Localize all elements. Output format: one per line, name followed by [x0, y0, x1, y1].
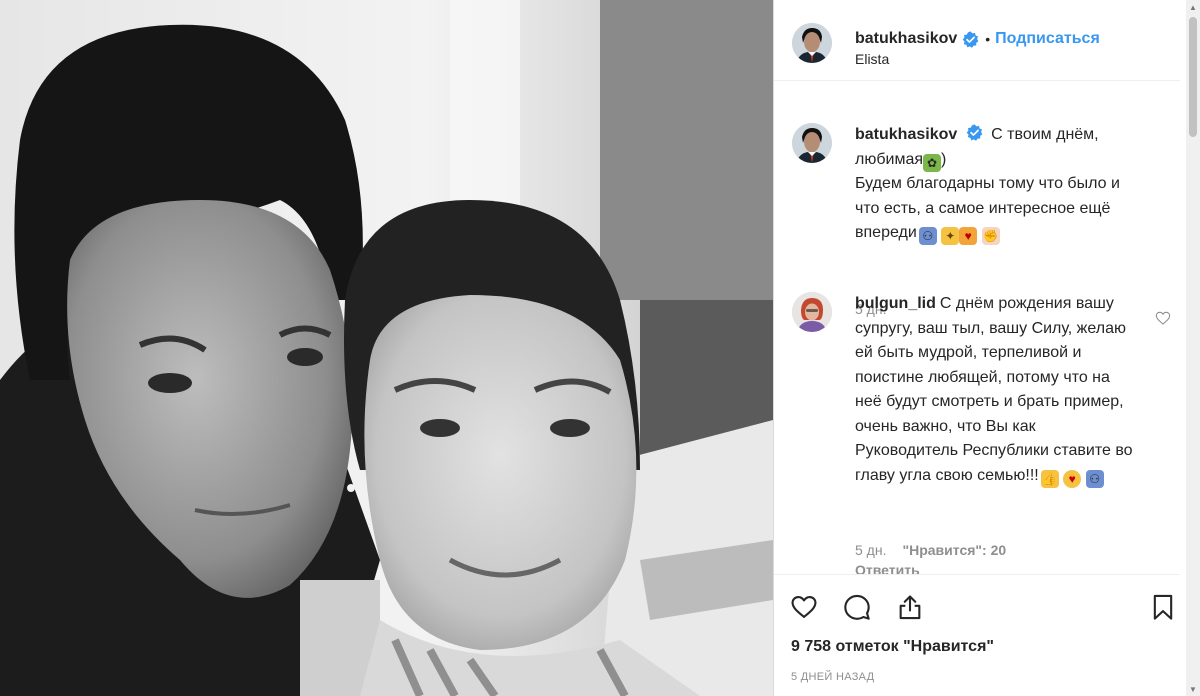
post-location[interactable]: Elista	[855, 51, 889, 67]
share-button[interactable]	[896, 593, 924, 621]
separator-dot: •	[985, 31, 991, 47]
post-likes-count[interactable]: 9 758 отметок "Нравится"	[791, 638, 994, 656]
comment-button[interactable]	[843, 593, 871, 621]
post-side-panel: batukhasikov • Подписаться Elista batukh…	[774, 0, 1200, 696]
comment-likes-count[interactable]: "Нравится": 20	[902, 542, 1006, 558]
scrollbar-thumb[interactable]	[1189, 17, 1197, 137]
caption-line-1-end: )	[941, 150, 947, 168]
comments-list[interactable]: batukhasikov С твоим днём, любимая ✿) Буд…	[774, 82, 1180, 574]
bouquet-emoji-icon: ✿	[923, 153, 941, 172]
bookmark-icon	[1153, 594, 1173, 620]
caption-author-avatar[interactable]	[792, 123, 832, 163]
couple-emoji-icon: ⚇	[918, 227, 937, 245]
reply-button[interactable]: Ответить	[855, 562, 920, 574]
post-timestamp[interactable]: 5 ДНЕЙ НАЗАД	[791, 671, 874, 683]
fist-emoji-icon: ✊	[981, 227, 1000, 245]
scroll-down-arrow-icon[interactable]: ▼	[1186, 682, 1200, 696]
heart-outline-icon	[791, 596, 817, 618]
caption-author-username[interactable]: batukhasikov	[855, 126, 957, 143]
comment-text: bulgun_lid С днём рождения вашу супругу, …	[855, 292, 1140, 488]
post-header: batukhasikov • Подписаться Elista	[774, 0, 1180, 81]
comment-time[interactable]: 5 дн.	[855, 542, 886, 558]
sparkles-emoji-icon: ✦	[941, 227, 960, 245]
author-avatar[interactable]	[792, 23, 832, 63]
post-actions-bar: 9 758 отметок "Нравится" 5 ДНЕЙ НАЗАД	[774, 574, 1180, 696]
post-photo	[0, 0, 773, 696]
save-button[interactable]	[1149, 593, 1177, 621]
verified-badge-icon	[962, 30, 979, 48]
thumbs-up-emoji-icon: 👍	[1040, 469, 1059, 488]
heart-eyes-emoji-icon: ♥	[1063, 469, 1082, 488]
scroll-up-arrow-icon[interactable]: ▲	[1186, 0, 1200, 14]
heart-hands-emoji-icon: ♥	[959, 227, 978, 245]
verified-badge-icon	[966, 124, 983, 141]
commenter-avatar[interactable]	[792, 292, 832, 332]
comment-like-heart-icon[interactable]	[1155, 310, 1171, 326]
comment-content: С днём рождения вашу супругу, ваш тыл, в…	[855, 295, 1133, 484]
share-upload-icon	[899, 595, 921, 620]
commenter-username[interactable]: bulgun_lid	[855, 295, 936, 312]
follow-button[interactable]: Подписаться	[995, 30, 1100, 48]
window-scrollbar[interactable]: ▲ ▼	[1186, 0, 1200, 696]
comment-meta: 5 дн. "Нравится": 20	[855, 542, 1006, 558]
header-title-row: batukhasikov • Подписаться	[855, 30, 1100, 48]
speech-bubble-icon	[844, 594, 870, 620]
couple-emoji-icon: ⚇	[1085, 469, 1104, 488]
like-button[interactable]	[790, 593, 818, 621]
caption-text: batukhasikov С твоим днём, любимая ✿) Буд…	[855, 123, 1130, 246]
author-username[interactable]: batukhasikov	[855, 30, 957, 48]
